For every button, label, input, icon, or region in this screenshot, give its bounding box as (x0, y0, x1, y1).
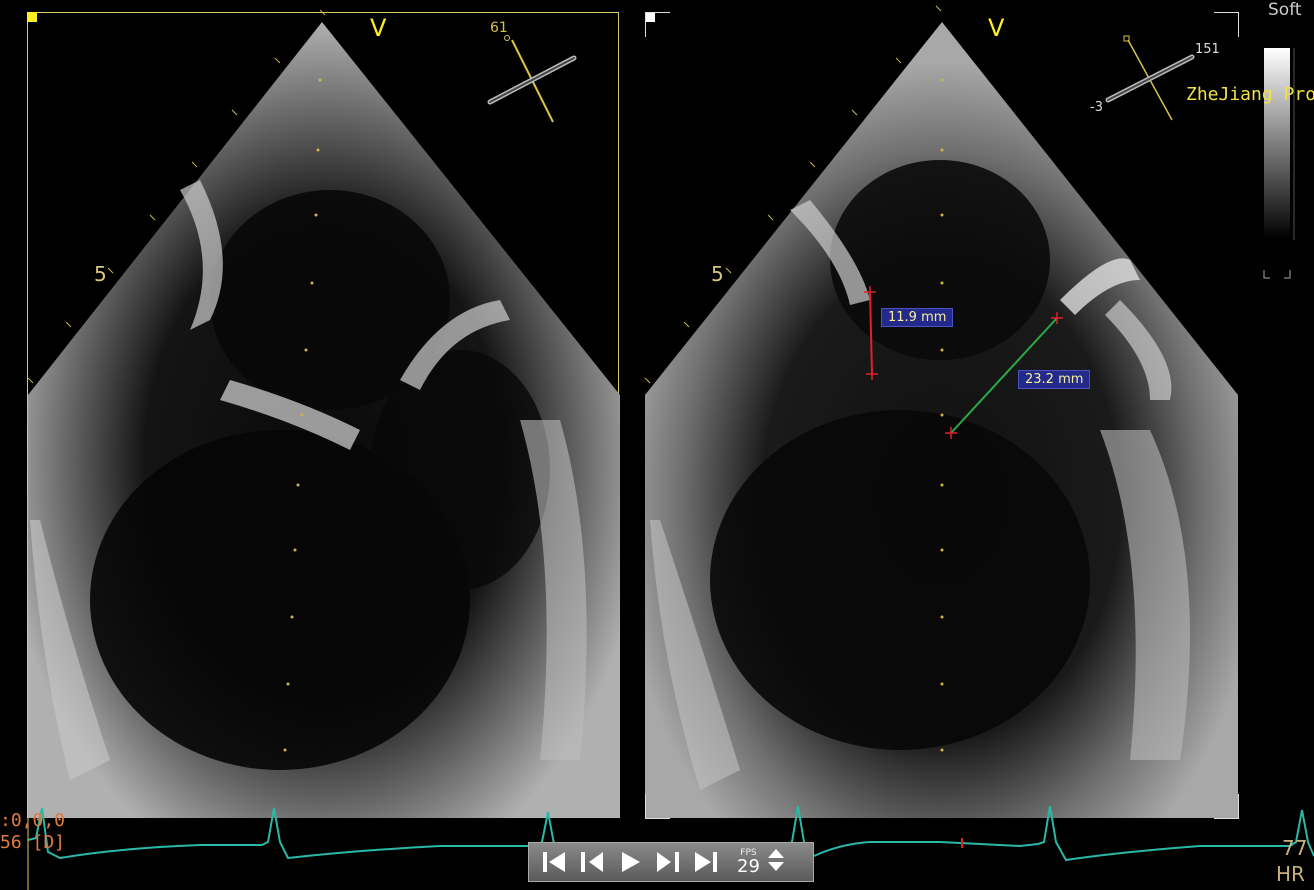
frame-info-coords: :0,0,0 (0, 810, 66, 831)
right-angle-side-label: -3 (1090, 100, 1103, 115)
right-angle-label: 151 (1195, 42, 1220, 57)
left-depth-label: 5 (94, 262, 107, 286)
fps-value: 29 (737, 855, 760, 877)
step-back-icon (581, 852, 603, 872)
cine-player-toolbar: FPS 29 (528, 842, 814, 882)
fps-display: FPS 29 (737, 848, 760, 877)
step-back-button[interactable] (573, 844, 611, 880)
step-forward-button[interactable] (649, 844, 687, 880)
play-icon (622, 852, 640, 872)
left-orientation-v-marker: V (370, 14, 387, 42)
heart-rate-label: HR (1276, 862, 1305, 886)
skip-to-start-button[interactable] (535, 844, 573, 880)
right-orientation-v-marker: V (988, 14, 1005, 42)
skip-to-end-icon (695, 852, 717, 872)
frame-info: :0,0,0 56 [D] (0, 810, 65, 854)
skip-to-start-icon (543, 852, 565, 872)
skip-to-end-button[interactable] (687, 844, 725, 880)
heart-rate-value: 77 (1282, 836, 1308, 860)
right-viewport[interactable] (645, 12, 1239, 818)
fps-stepper[interactable] (766, 846, 786, 878)
grayscale-bar (1264, 48, 1290, 238)
right-depth-label: 5 (711, 262, 724, 286)
left-angle-label: 61 (490, 20, 508, 36)
frame-info-phase: 56 [D] (0, 832, 66, 853)
preset-label: Soft (1268, 0, 1302, 20)
up-down-arrows-icon (767, 849, 784, 871)
hospital-name: ZheJiang Pro (1186, 84, 1314, 105)
play-button[interactable] (611, 844, 649, 880)
step-forward-icon (657, 852, 679, 872)
probe-orientation-icon-left (487, 35, 577, 123)
measurement-label-2[interactable]: 23.2 mm (1018, 370, 1091, 389)
measurement-label-1[interactable]: 11.9 mm (881, 308, 954, 327)
